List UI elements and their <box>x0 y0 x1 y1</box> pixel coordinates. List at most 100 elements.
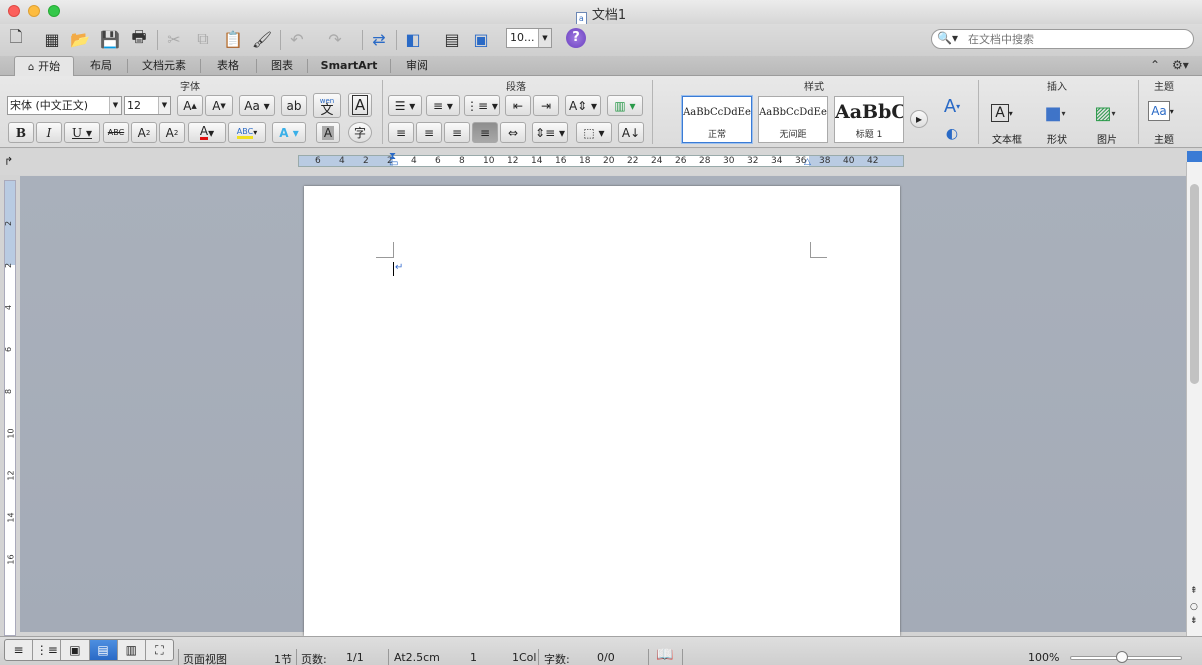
font-size-select[interactable]: 12 ▼ <box>124 96 171 115</box>
tab-selector-icon[interactable]: ↱ <box>4 155 13 168</box>
style-no-spacing[interactable]: AaBbCcDdEe 无间距 <box>758 96 828 143</box>
clear-formatting-button[interactable]: ab <box>281 95 307 116</box>
tab-document-elements[interactable]: 文档元素 <box>130 56 198 76</box>
template-gallery-icon[interactable]: ▦ <box>40 27 64 51</box>
new-document-icon[interactable]: 🗋 <box>4 27 28 51</box>
sort-button[interactable]: A↓ <box>618 122 644 143</box>
sidebar-toggle-icon[interactable]: ◧ <box>401 27 425 51</box>
columns-button[interactable]: ▥ ▾ <box>607 95 643 116</box>
tab-review[interactable]: 审阅 <box>393 56 441 76</box>
strikethrough-button[interactable]: ABC <box>103 122 129 143</box>
styles-next-icon[interactable]: ▸ <box>910 110 928 128</box>
ruler-number: 18 <box>579 156 591 166</box>
cut-icon[interactable]: ✂ <box>162 27 186 51</box>
phonetic-guide-button[interactable]: wen 文 <box>313 93 341 118</box>
tab-divider <box>256 59 257 73</box>
save-icon[interactable]: 💾 <box>98 27 122 51</box>
italic-button[interactable]: I <box>36 122 62 143</box>
previous-page-icon[interactable]: ⇞ <box>1190 586 1198 596</box>
standard-toolbar: 🗋 ▦ 📂 💾 🖶 ✂ ⧉ 📋 🖌 ↶ ↷ ⇄ ◧ ▤ ▣ 10... ▼ ? … <box>0 24 1202 56</box>
styles-pane-icon[interactable]: A ▾ <box>937 92 967 120</box>
text-effects-button[interactable]: A ▾ <box>272 122 306 143</box>
text-direction-button[interactable]: A⇕ ▾ <box>565 95 601 116</box>
proofing-icon[interactable]: 📖 <box>656 647 673 663</box>
draft-view-icon[interactable]: ≡ <box>5 640 34 660</box>
right-indent-marker-icon[interactable]: △ <box>804 157 811 167</box>
print-layout-view-icon[interactable]: ▤ <box>89 640 118 660</box>
copy-icon[interactable]: ⧉ <box>191 27 215 51</box>
align-left-button[interactable]: ≡ <box>388 122 414 143</box>
ruler-number: 40 <box>843 156 855 166</box>
chevron-down-icon: ▼ <box>538 29 551 47</box>
numbering-button[interactable]: ≡ ▾ <box>426 95 460 116</box>
align-center-button[interactable]: ≡ <box>416 122 442 143</box>
increase-indent-button[interactable]: ⇥ <box>533 95 559 116</box>
status-pages-label: 页数: <box>301 653 327 665</box>
print-icon[interactable]: 🖶 <box>127 27 151 51</box>
open-icon[interactable]: 📂 <box>68 27 92 51</box>
enclose-characters-button[interactable]: 字 <box>348 122 372 143</box>
borders-button[interactable]: ⬚ ▾ <box>576 122 612 143</box>
textbox-icon[interactable]: A ▾ <box>987 99 1017 127</box>
publishing-view-icon[interactable]: ▣ <box>61 640 90 660</box>
search-input[interactable] <box>968 32 1188 46</box>
grow-font-button[interactable]: A ▲ <box>177 95 203 116</box>
underline-button[interactable]: U ▾ <box>64 122 100 143</box>
vertical-scrollbar[interactable]: ⇞ ○ ⇟ <box>1186 151 1202 636</box>
justify-button[interactable]: ≡ <box>472 122 498 143</box>
collapse-ribbon-icon[interactable]: ⌃ <box>1150 58 1160 72</box>
shapes-icon[interactable]: ■ ▾ <box>1040 99 1070 127</box>
focus-view-icon[interactable]: ⛶ <box>146 640 173 660</box>
character-shading-button[interactable]: A <box>316 122 340 143</box>
style-heading-1[interactable]: AaBbC 标题 1 <box>834 96 904 143</box>
shrink-font-button[interactable]: A ▼ <box>205 95 233 116</box>
tab-smartart[interactable]: SmartArt <box>310 56 388 76</box>
gear-icon[interactable]: ⚙▾ <box>1172 58 1189 72</box>
picture-icon[interactable]: ▨ ▾ <box>1090 99 1120 127</box>
theme-icon[interactable]: Aa ▾ <box>1146 97 1176 125</box>
ruler-number: 42 <box>867 156 879 166</box>
notebook-view-icon[interactable]: ▥ <box>118 640 146 660</box>
change-case-button[interactable]: Aa ▾ <box>239 95 275 116</box>
font-color-button[interactable]: A ▾ <box>188 122 226 143</box>
indent-marker-icon[interactable]: ⧗ ▭ <box>389 152 398 169</box>
format-painter-icon[interactable]: 🖌 <box>250 27 274 51</box>
media-browser-icon[interactable]: ▣ <box>469 27 493 51</box>
tab-home[interactable]: ⌂ 开始 <box>14 56 74 76</box>
status-line: 1 <box>470 651 477 664</box>
character-border-button[interactable]: A <box>348 93 372 117</box>
tab-charts[interactable]: 图表 <box>259 56 305 76</box>
bullets-button[interactable]: ☰ ▾ <box>388 95 422 116</box>
vertical-ruler[interactable]: 2 2 4 6 8 10 12 14 16 <box>4 180 16 636</box>
subscript-button[interactable]: A2 <box>159 122 185 143</box>
multilevel-list-button[interactable]: ⋮≡ ▾ <box>464 95 500 116</box>
search-field[interactable]: 🔍▾ <box>931 29 1194 49</box>
style-heading-1-sample: AaBbC <box>835 101 903 123</box>
styles-manage-icon[interactable]: ◐ <box>937 120 967 148</box>
style-normal[interactable]: AaBbCcDdEe 正常 <box>682 96 752 143</box>
bold-button[interactable]: B <box>8 122 34 143</box>
outline-view-icon[interactable]: ⋮≡ <box>33 640 62 660</box>
scrollbar-thumb[interactable] <box>1190 184 1199 384</box>
superscript-button[interactable]: A2 <box>131 122 157 143</box>
search-icon[interactable]: 🔍▾ <box>937 31 958 45</box>
next-page-icon[interactable]: ⇟ <box>1190 616 1198 626</box>
undo-icon[interactable]: ↶ <box>285 27 309 51</box>
distributed-button[interactable]: ⇔ <box>500 122 526 143</box>
tab-tables[interactable]: 表格 <box>203 56 253 76</box>
decrease-indent-button[interactable]: ⇤ <box>505 95 531 116</box>
gallery-icon[interactable]: ▤ <box>440 27 464 51</box>
help-icon[interactable]: ? <box>566 28 586 48</box>
browse-object-icon[interactable]: ○ <box>1190 602 1198 612</box>
align-right-button[interactable]: ≡ <box>444 122 470 143</box>
line-spacing-button[interactable]: ⇕≡ ▾ <box>532 122 568 143</box>
redo-icon[interactable]: ↷ <box>323 27 347 51</box>
zoom-slider-knob[interactable] <box>1116 651 1128 663</box>
tab-layout[interactable]: 布局 <box>76 56 126 76</box>
font-name-select[interactable]: 宋体 (中文正文) ▼ <box>7 96 122 115</box>
highlight-color-button[interactable]: ABC ▾ <box>228 122 266 143</box>
navigation-icon[interactable]: ⇄ <box>367 27 391 51</box>
split-bar-icon[interactable] <box>1187 151 1202 162</box>
zoom-select[interactable]: 10... ▼ <box>506 28 552 48</box>
paste-icon[interactable]: 📋 <box>221 27 245 51</box>
